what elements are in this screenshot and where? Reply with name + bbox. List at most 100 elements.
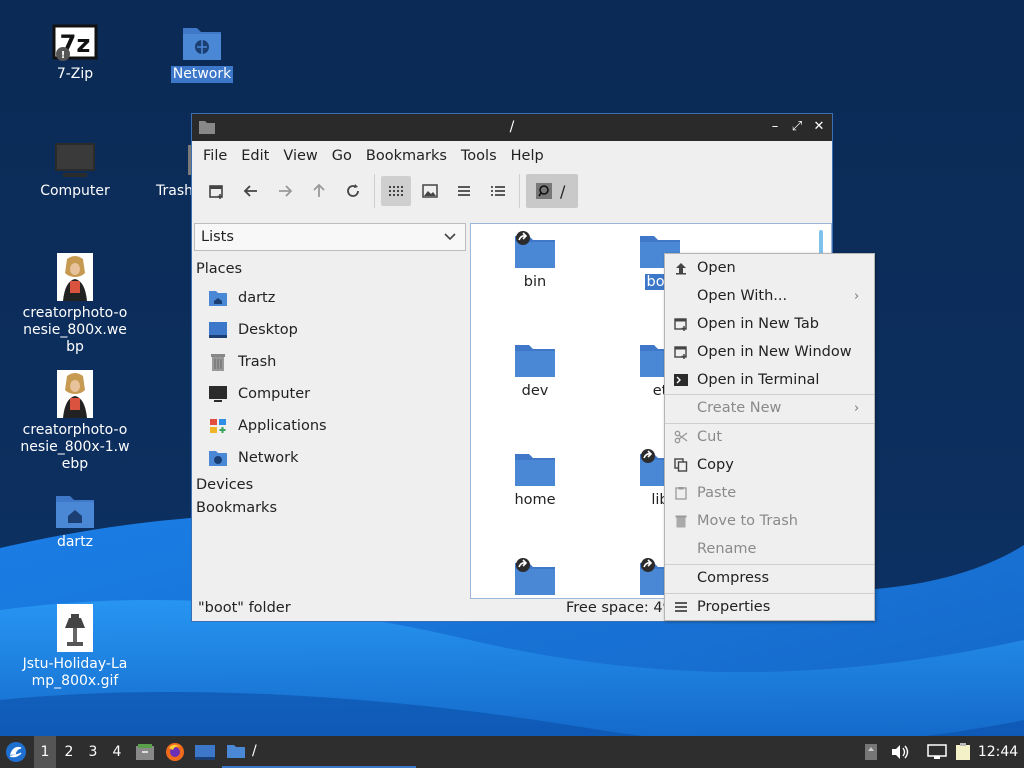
file-item-home[interactable]: home [480, 448, 590, 508]
file-item-dev[interactable]: dev [480, 339, 590, 399]
menu-tools[interactable]: Tools [454, 148, 504, 164]
storage-tray-icon[interactable] [860, 736, 882, 768]
paste-icon [675, 487, 687, 500]
trash-icon [211, 354, 225, 371]
menu-item-label: Open in New Window [697, 344, 852, 360]
menu-item-open-in-new-window[interactable]: Open in New Window [665, 338, 874, 366]
firefox-icon [166, 743, 184, 761]
forward-button[interactable] [270, 176, 300, 206]
devices-heading[interactable]: Devices [196, 477, 253, 493]
sidebar-item-computer[interactable]: Computer [208, 381, 310, 407]
compact-view-button[interactable] [449, 176, 479, 206]
menu-item-paste[interactable]: Paste [665, 479, 874, 507]
up-button[interactable] [304, 176, 334, 206]
side-pane-mode-select[interactable]: Lists [194, 223, 466, 251]
thumbnail-view-button[interactable] [415, 176, 445, 206]
desktop-icon-trash[interactable]: Trash [132, 141, 198, 200]
desktop-icon-7zip[interactable]: 7z ! 7-Zip [15, 24, 135, 83]
menu-item-label: Cut [697, 429, 722, 445]
maximize-button[interactable]: ⤢ [788, 118, 806, 136]
applications-icon [210, 419, 226, 433]
sidebar-item-label: Applications [238, 418, 327, 434]
file-item-bin[interactable]: bin [480, 230, 590, 290]
sidebar-item-trash[interactable]: Trash [208, 349, 276, 375]
scissors-icon [674, 430, 688, 444]
bookmarks-heading[interactable]: Bookmarks [196, 500, 277, 516]
volume-tray-icon[interactable] [888, 736, 912, 768]
sidebar-item-label: Computer [238, 386, 311, 402]
menu-view[interactable]: View [276, 148, 324, 164]
menu-item-label: Copy [697, 457, 734, 473]
path-bar[interactable]: / [526, 174, 578, 208]
menu-item-rename[interactable]: Rename [665, 535, 874, 563]
detailed-list-view-icon [491, 186, 505, 196]
menu-help[interactable]: Help [504, 148, 551, 164]
menu-edit[interactable]: Edit [234, 148, 276, 164]
menu-file[interactable]: File [196, 148, 234, 164]
context-menu: Open Open With... › Open in New Tab Open… [664, 253, 875, 621]
computer-icon [55, 143, 95, 177]
sidebar-item-applications[interactable]: Applications [208, 413, 327, 439]
menu-item-create-new[interactable]: Create New › [665, 394, 874, 422]
firefox-launcher[interactable] [162, 736, 188, 768]
workspace-4-button[interactable]: 4 [106, 736, 128, 768]
back-button[interactable] [236, 176, 266, 206]
network-folder-icon [209, 451, 227, 466]
desktop-icon-network[interactable]: Network [142, 24, 262, 83]
svg-text:!: ! [61, 50, 66, 61]
clock[interactable]: 12:44 [976, 736, 1020, 768]
workspace-2-button[interactable]: 2 [58, 736, 80, 768]
window-titlebar[interactable]: / – ⤢ ✕ [192, 114, 832, 141]
reload-button[interactable] [338, 176, 368, 206]
desktop-icon-webp-1[interactable]: creatorphoto-onesie_800x.webp [15, 253, 135, 356]
menu-item-cut[interactable]: Cut [665, 423, 874, 451]
menu-bookmarks[interactable]: Bookmarks [359, 148, 454, 164]
menu-item-properties[interactable]: Properties [665, 593, 874, 621]
new-tab-button[interactable] [202, 176, 232, 206]
menu-go[interactable]: Go [325, 148, 359, 164]
search-path-icon [536, 183, 552, 199]
reload-icon [347, 184, 359, 197]
desktop-icon-computer[interactable]: Computer [15, 141, 135, 200]
show-desktop-button[interactable] [192, 736, 218, 768]
menu-item-open[interactable]: Open [665, 254, 874, 282]
icon-view-icon [389, 186, 403, 196]
minimize-button[interactable]: – [766, 118, 784, 136]
network-tray-icon[interactable] [924, 736, 950, 768]
file-item-symlink-folder[interactable] [480, 557, 590, 598]
sidebar-item-dartz[interactable]: dartz [208, 285, 275, 311]
menu-item-label: Create New [697, 400, 782, 416]
workspace-3-button[interactable]: 3 [82, 736, 104, 768]
menu-item-move-to-trash[interactable]: Move to Trash [665, 507, 874, 535]
icon-view-button[interactable] [381, 176, 411, 206]
image-thumbnail-icon [57, 370, 93, 418]
sidebar-item-network[interactable]: Network [208, 445, 299, 471]
folder-symlink-icon [515, 558, 555, 595]
desktop-icon-dartz[interactable]: dartz [15, 492, 135, 551]
image-thumbnail-icon [57, 604, 93, 652]
menu-item-compress[interactable]: Compress [665, 564, 874, 592]
taskbar-task-file-manager[interactable]: / [222, 736, 416, 768]
new-tab-icon [674, 318, 687, 331]
sidebar-item-desktop[interactable]: Desktop [208, 317, 298, 343]
menu-item-label: Rename [697, 541, 757, 557]
start-menu-button[interactable] [2, 736, 30, 768]
terminal-icon [674, 374, 688, 386]
menu-item-copy[interactable]: Copy [665, 451, 874, 479]
file-manager-launcher[interactable] [132, 736, 158, 768]
open-arrow-icon [676, 263, 686, 275]
clipboard-tray-icon[interactable] [952, 736, 974, 768]
folder-icon [227, 745, 245, 758]
sidebar-item-label: Trash [238, 354, 277, 370]
chevron-down-icon [444, 233, 456, 241]
places-heading[interactable]: Places [196, 261, 242, 277]
menu-item-open-in-new-tab[interactable]: Open in New Tab [665, 310, 874, 338]
desktop-icon-gif[interactable]: Jstu-Holiday-Lamp_800x.gif [15, 604, 135, 690]
close-button[interactable]: ✕ [810, 118, 828, 136]
desktop-icon-webp-2[interactable]: creatorphoto-onesie_800x-1.webp [15, 370, 135, 473]
menu-item-open-with[interactable]: Open With... › [665, 282, 874, 310]
home-folder-icon [56, 496, 94, 528]
menu-item-open-in-terminal[interactable]: Open in Terminal [665, 366, 874, 394]
workspace-1-button[interactable]: 1 [34, 736, 56, 768]
detailed-list-view-button[interactable] [483, 176, 513, 206]
